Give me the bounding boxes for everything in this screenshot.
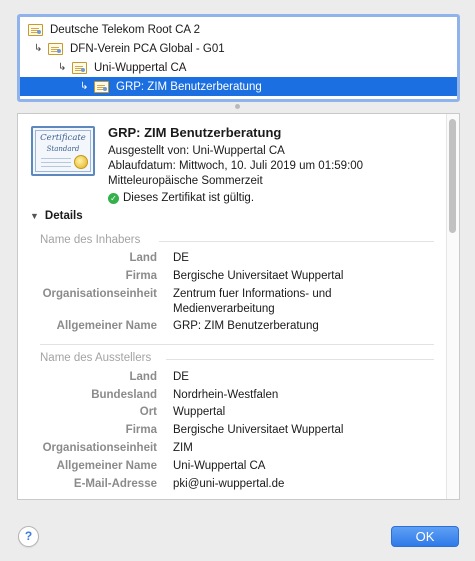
field-value: Zentrum fuer Informations- und	[173, 288, 332, 300]
subject-section-heading: Name des Inhabers	[40, 234, 141, 246]
certificate-graphic-subtitle: Standard	[46, 145, 80, 153]
certificate-icon	[72, 61, 87, 74]
child-arrow-icon: ↳	[34, 43, 43, 54]
field-label: Bundesland	[91, 389, 157, 401]
certificate-graphic-title: Certificate	[40, 133, 86, 143]
chain-item-label: DFN-Verein PCA Global - G01	[70, 42, 225, 55]
issuer-section-heading: Name des Ausstellers	[40, 352, 152, 364]
field-value-continued: Medienverarbeitung	[173, 303, 275, 315]
field-value: Wuppertal	[173, 406, 226, 418]
chain-item-label: Uni-Wuppertal CA	[94, 61, 187, 74]
vertical-scrollbar[interactable]	[446, 114, 459, 499]
scrollbar-thumb[interactable]	[449, 119, 456, 233]
validity-status: ✓ Dieses Zertifikat ist gültig.	[108, 192, 254, 204]
splitter-handle[interactable]	[235, 104, 240, 109]
chain-item-root[interactable]: Deutsche Telekom Root CA 2	[20, 20, 457, 39]
field-label: Allgemeiner Name	[56, 320, 157, 332]
chain-item-label: Deutsche Telekom Root CA 2	[50, 23, 201, 36]
certificate-icon	[28, 23, 43, 36]
validity-text: Dieses Zertifikat ist gültig.	[123, 192, 255, 204]
field-value: DE	[173, 371, 189, 383]
certificate-icon	[94, 80, 109, 93]
ok-button[interactable]: OK	[391, 526, 459, 547]
field-value: Uni-Wuppertal CA	[173, 460, 266, 472]
field-label: Firma	[125, 424, 157, 436]
field-value: Bergische Universitaet Wuppertal	[173, 424, 344, 436]
field-value: GRP: ZIM Benutzerberatung	[173, 320, 319, 332]
field-value: ZIM	[173, 442, 193, 454]
section-divider	[40, 344, 434, 345]
checkmark-icon: ✓	[108, 192, 119, 204]
chain-item-intermediate[interactable]: ↳ DFN-Verein PCA Global - G01	[20, 39, 457, 58]
section-divider	[159, 241, 434, 242]
field-label: Ort	[139, 406, 157, 418]
certificate-details-panel[interactable]: Certificate Standard GRP: ZIM Benutzerbe…	[17, 113, 460, 500]
field-label: Allgemeiner Name	[56, 460, 157, 472]
section-divider	[166, 359, 434, 360]
field-label: Land	[129, 252, 157, 264]
field-label: E-Mail-Adresse	[73, 478, 157, 490]
field-value: Nordrhein-Westfalen	[173, 389, 279, 401]
certificate-icon	[48, 42, 63, 55]
details-disclosure[interactable]: ▼ Details	[30, 210, 83, 222]
certificate-title: GRP: ZIM Benutzerberatung	[108, 125, 282, 140]
field-value: Bergische Universitaet Wuppertal	[173, 270, 344, 282]
child-arrow-icon: ↳	[58, 62, 67, 73]
child-arrow-icon: ↳	[80, 81, 89, 92]
details-label: Details	[44, 210, 83, 222]
field-label: Firma	[125, 270, 157, 282]
disclosure-triangle-icon: ▼	[30, 211, 39, 221]
field-value: DE	[173, 252, 189, 264]
expiry-date: Ablaufdatum: Mittwoch, 10. Juli 2019 um …	[108, 160, 364, 172]
certificate-graphic: Certificate Standard	[31, 126, 95, 176]
chain-item-ca[interactable]: ↳ Uni-Wuppertal CA	[20, 58, 457, 77]
field-label: Organisationseinheit	[42, 442, 157, 454]
certificate-chain[interactable]: Deutsche Telekom Root CA 2 ↳ DFN-Verein …	[17, 14, 460, 102]
seal-icon	[74, 155, 88, 169]
expiry-timezone: Mitteleuropäische Sommerzeit	[108, 175, 263, 187]
chain-item-label: GRP: ZIM Benutzerberatung	[116, 80, 262, 93]
field-value: pki@uni-wuppertal.de	[173, 478, 285, 490]
chain-item-selected[interactable]: ↳ GRP: ZIM Benutzerberatung	[20, 77, 457, 96]
help-button[interactable]: ?	[18, 526, 39, 547]
issued-by: Ausgestellt von: Uni-Wuppertal CA	[108, 145, 285, 157]
field-label: Organisationseinheit	[42, 288, 157, 300]
field-label: Land	[129, 371, 157, 383]
